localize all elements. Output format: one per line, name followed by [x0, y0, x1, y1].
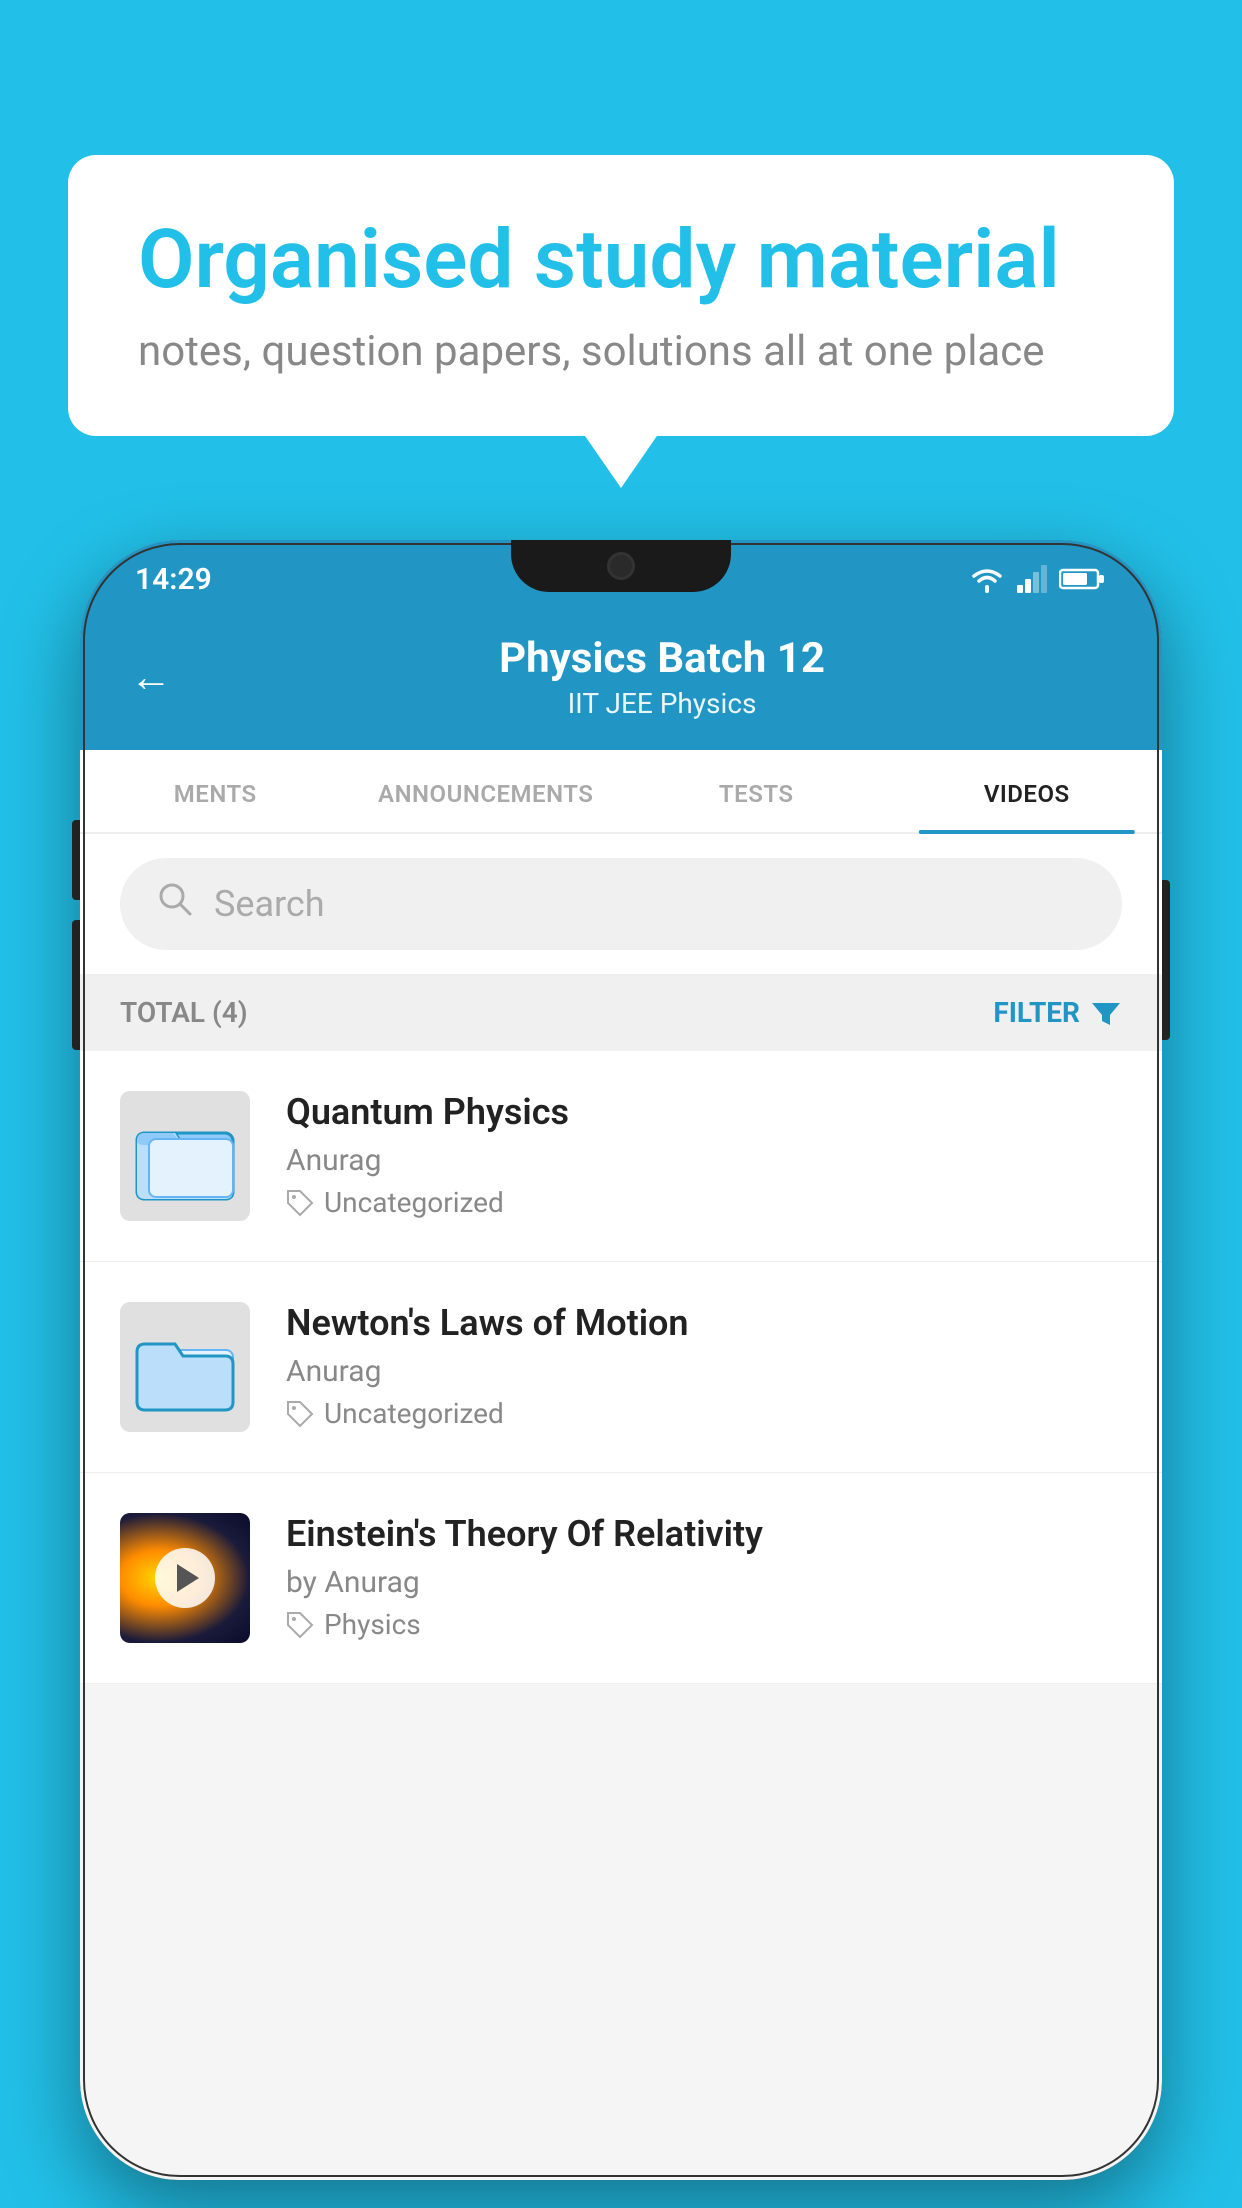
item-title-2: Newton's Laws of Motion [286, 1302, 1122, 1344]
side-button-right [1162, 880, 1170, 1040]
item-author-1: Anurag [286, 1143, 1122, 1178]
item-info-2: Newton's Laws of Motion Anurag Uncategor… [286, 1302, 1122, 1430]
item-info-1: Quantum Physics Anurag Uncategorized [286, 1091, 1122, 1219]
item-tag-2: Uncategorized [286, 1397, 1122, 1430]
item-thumbnail-1 [120, 1091, 250, 1221]
battery-icon [1059, 567, 1107, 591]
play-triangle-icon [177, 1564, 199, 1592]
camera [607, 552, 635, 580]
tab-announcements[interactable]: ANNOUNCEMENTS [351, 750, 622, 832]
item-thumbnail-2 [120, 1302, 250, 1432]
list-item[interactable]: Newton's Laws of Motion Anurag Uncategor… [80, 1262, 1162, 1473]
back-button[interactable]: ← [130, 653, 172, 702]
search-box[interactable]: Search [120, 858, 1122, 950]
header-subtitle: IIT JEE Physics [212, 687, 1112, 720]
filter-bar: TOTAL (4) FILTER [80, 974, 1162, 1051]
item-tag-1: Uncategorized [286, 1186, 1122, 1219]
search-icon [156, 880, 194, 928]
filter-button[interactable]: FILTER [993, 996, 1122, 1029]
app-header: ← Physics Batch 12 IIT JEE Physics [80, 608, 1162, 750]
notch [511, 540, 731, 592]
total-count: TOTAL (4) [120, 996, 248, 1029]
side-button-left1 [72, 820, 80, 900]
item-tag-text-3: Physics [324, 1608, 421, 1641]
item-tag-text-1: Uncategorized [324, 1186, 504, 1219]
item-title-1: Quantum Physics [286, 1091, 1122, 1133]
phone-screen: 14:29 [80, 540, 1162, 2180]
item-author-2: Anurag [286, 1354, 1122, 1389]
status-icons [969, 565, 1107, 593]
tab-ments[interactable]: MENTS [80, 750, 351, 832]
status-time: 14:29 [135, 562, 212, 597]
tag-icon-2 [286, 1400, 314, 1428]
phone-frame: 14:29 [80, 540, 1162, 2180]
bubble-title: Organised study material [138, 215, 1104, 305]
tag-icon-1 [286, 1189, 314, 1217]
tabs-bar: MENTS ANNOUNCEMENTS TESTS VIDEOS [80, 750, 1162, 834]
phone-wrapper: 14:29 [80, 540, 1162, 2180]
tab-tests[interactable]: TESTS [621, 750, 892, 832]
wifi-icon [969, 565, 1005, 593]
filter-icon [1090, 999, 1122, 1027]
item-tag-text-2: Uncategorized [324, 1397, 504, 1430]
header-title-block: Physics Batch 12 IIT JEE Physics [212, 634, 1112, 720]
item-thumbnail-3 [120, 1513, 250, 1643]
folder-icon-1 [135, 1111, 235, 1201]
filter-label: FILTER [993, 996, 1080, 1029]
play-button[interactable] [155, 1548, 215, 1608]
bubble-subtitle: notes, question papers, solutions all at… [138, 327, 1104, 376]
item-tag-3: Physics [286, 1608, 1122, 1641]
signal-icon [1017, 565, 1047, 593]
tag-icon-3 [286, 1611, 314, 1639]
item-author-3: by Anurag [286, 1565, 1122, 1600]
video-list: Quantum Physics Anurag Uncategorized [80, 1051, 1162, 1684]
speech-bubble: Organised study material notes, question… [68, 155, 1174, 436]
search-placeholder: Search [214, 883, 325, 925]
list-item[interactable]: Einstein's Theory Of Relativity by Anura… [80, 1473, 1162, 1684]
search-container: Search [80, 834, 1162, 974]
folder-icon-2 [135, 1322, 235, 1412]
tab-videos[interactable]: VIDEOS [892, 750, 1163, 832]
video-thumbnail-image [120, 1513, 250, 1643]
header-title: Physics Batch 12 [212, 634, 1112, 683]
list-item[interactable]: Quantum Physics Anurag Uncategorized [80, 1051, 1162, 1262]
item-info-3: Einstein's Theory Of Relativity by Anura… [286, 1513, 1122, 1641]
side-button-left2 [72, 920, 80, 1050]
item-title-3: Einstein's Theory Of Relativity [286, 1513, 1122, 1555]
